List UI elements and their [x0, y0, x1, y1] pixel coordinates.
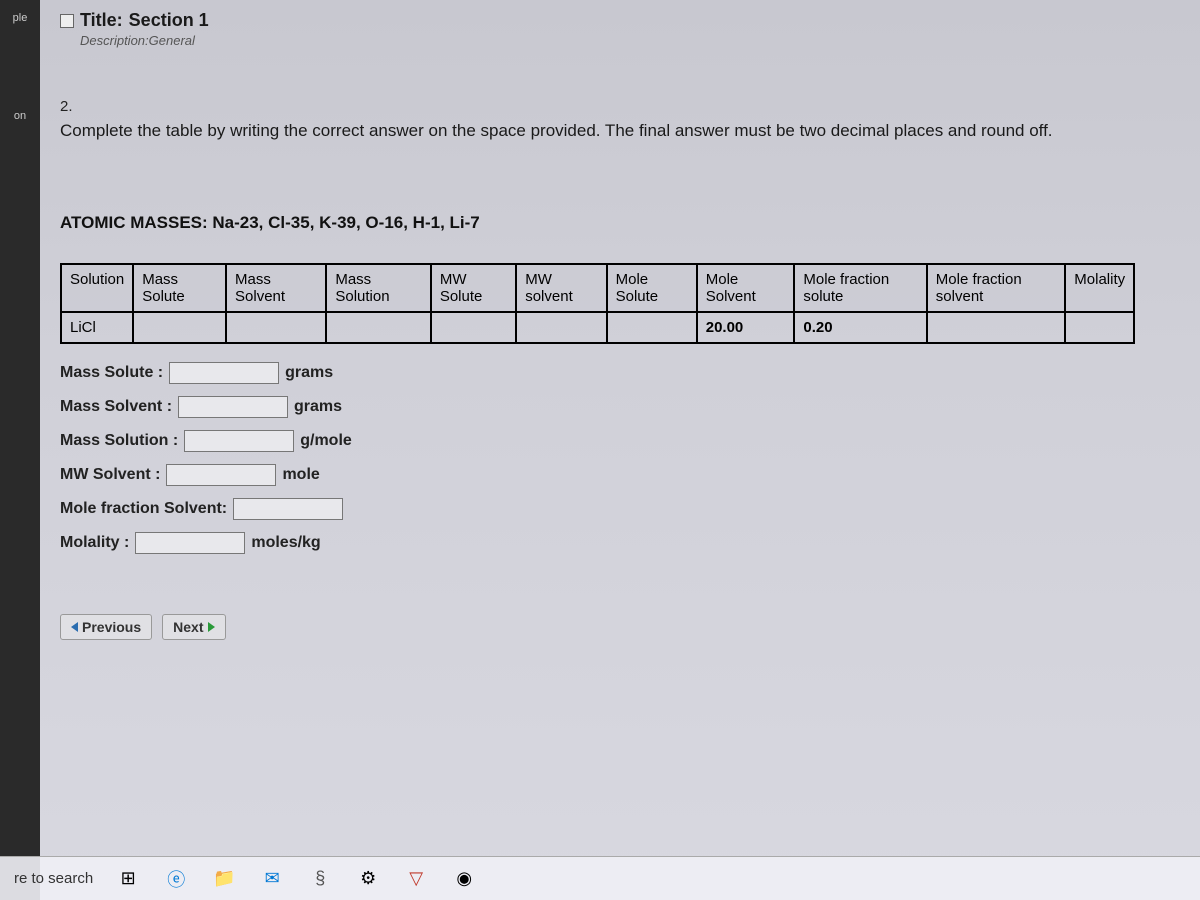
task-view-icon[interactable]: ⊞ — [115, 866, 141, 892]
solution-table: Solution Mass Solute Mass Solvent Mass S… — [60, 263, 1135, 344]
label-mf-solvent: Mole fraction Solvent: — [60, 500, 227, 518]
left-sidebar: ple on — [0, 0, 40, 900]
nav-buttons: Previous Next — [60, 614, 1180, 640]
sidebar-tab-ple[interactable]: ple — [0, 4, 40, 32]
cell-mf-solvent[interactable] — [927, 312, 1065, 343]
input-row-mass-solute: Mass Solute : grams — [60, 362, 1180, 384]
input-mass-solution[interactable] — [184, 430, 294, 452]
th-mass-solution: Mass Solution — [326, 264, 430, 312]
cell-mf-solute: 0.20 — [794, 312, 926, 343]
next-label: Next — [173, 619, 203, 635]
th-mass-solvent: Mass Solvent — [226, 264, 326, 312]
title-label: Title: — [80, 10, 123, 31]
title-value: Section 1 — [129, 10, 209, 31]
label-mass-solvent: Mass Solvent : — [60, 398, 172, 416]
cell-molality[interactable] — [1065, 312, 1134, 343]
unit-molality: moles/kg — [251, 534, 320, 552]
document-icon — [60, 14, 74, 28]
sidebar-tab-on[interactable]: on — [0, 102, 40, 130]
input-mass-solvent[interactable] — [178, 396, 288, 418]
main-content: Title: Section 1 Description:General 2. … — [40, 0, 1200, 640]
arrow-left-icon — [71, 622, 78, 632]
previous-label: Previous — [82, 619, 141, 635]
label-mass-solute: Mass Solute : — [60, 364, 163, 382]
unit-mass-solvent: grams — [294, 398, 342, 416]
taskbar-search[interactable]: re to search — [14, 870, 93, 887]
th-mf-solute: Mole fraction solute — [794, 264, 926, 312]
input-mass-solute[interactable] — [169, 362, 279, 384]
question-text: Complete the table by writing the correc… — [60, 119, 1180, 143]
th-mw-solvent: MW solvent — [516, 264, 606, 312]
unit-mw-solvent: mole — [282, 466, 319, 484]
edge-icon[interactable]: ⓔ — [163, 866, 189, 892]
th-molality: Molality — [1065, 264, 1134, 312]
cell-mass-solvent[interactable] — [226, 312, 326, 343]
input-row-mw-solvent: MW Solvent : mole — [60, 464, 1180, 486]
input-molality[interactable] — [135, 532, 245, 554]
th-solution: Solution — [61, 264, 133, 312]
cell-mole-solute[interactable] — [607, 312, 697, 343]
cell-mass-solution[interactable] — [326, 312, 430, 343]
table-row: LiCl 20.00 0.20 — [61, 312, 1134, 343]
taskbar: re to search ⊞ ⓔ 📁 ✉ § ⚙ ▽ ◉ — [0, 856, 1200, 900]
input-row-mf-solvent: Mole fraction Solvent: — [60, 498, 1180, 520]
description-row: Description:General — [80, 33, 1180, 48]
unit-mass-solution: g/mole — [300, 432, 352, 450]
previous-button[interactable]: Previous — [60, 614, 152, 640]
question-block: 2. Complete the table by writing the cor… — [60, 98, 1180, 143]
mail-icon[interactable]: ✉ — [259, 866, 285, 892]
settings-icon[interactable]: ⚙ — [355, 866, 381, 892]
next-button[interactable]: Next — [162, 614, 225, 640]
input-mf-solvent[interactable] — [233, 498, 343, 520]
th-mw-solute: MW Solute — [431, 264, 516, 312]
label-molality: Molality : — [60, 534, 129, 552]
app-icon-2[interactable]: ▽ — [403, 866, 429, 892]
th-mf-solvent: Mole fraction solvent — [927, 264, 1065, 312]
input-row-molality: Molality : moles/kg — [60, 532, 1180, 554]
cell-mw-solvent[interactable] — [516, 312, 606, 343]
file-explorer-icon[interactable]: 📁 — [211, 866, 237, 892]
input-mw-solvent[interactable] — [166, 464, 276, 486]
label-mw-solvent: MW Solvent : — [60, 466, 160, 484]
input-row-mass-solution: Mass Solution : g/mole — [60, 430, 1180, 452]
th-mole-solvent: Mole Solvent — [697, 264, 795, 312]
answer-inputs: Mass Solute : grams Mass Solvent : grams… — [60, 362, 1180, 554]
question-number: 2. — [60, 98, 1180, 115]
th-mass-solute: Mass Solute — [133, 264, 226, 312]
description-label: Description: — [80, 33, 149, 48]
chrome-icon[interactable]: ◉ — [451, 866, 477, 892]
input-row-mass-solvent: Mass Solvent : grams — [60, 396, 1180, 418]
cell-mw-solute[interactable] — [431, 312, 516, 343]
table-header-row: Solution Mass Solute Mass Solvent Mass S… — [61, 264, 1134, 312]
arrow-right-icon — [208, 622, 215, 632]
app-icon-1[interactable]: § — [307, 866, 333, 892]
description-value: General — [149, 33, 195, 48]
th-mole-solute: Mole Solute — [607, 264, 697, 312]
unit-mass-solute: grams — [285, 364, 333, 382]
cell-mass-solute[interactable] — [133, 312, 226, 343]
atomic-masses: ATOMIC MASSES: Na-23, Cl-35, K-39, O-16,… — [60, 213, 1180, 233]
label-mass-solution: Mass Solution : — [60, 432, 178, 450]
cell-solution: LiCl — [61, 312, 133, 343]
cell-mole-solvent: 20.00 — [697, 312, 795, 343]
section-header: Title: Section 1 — [60, 10, 1180, 31]
